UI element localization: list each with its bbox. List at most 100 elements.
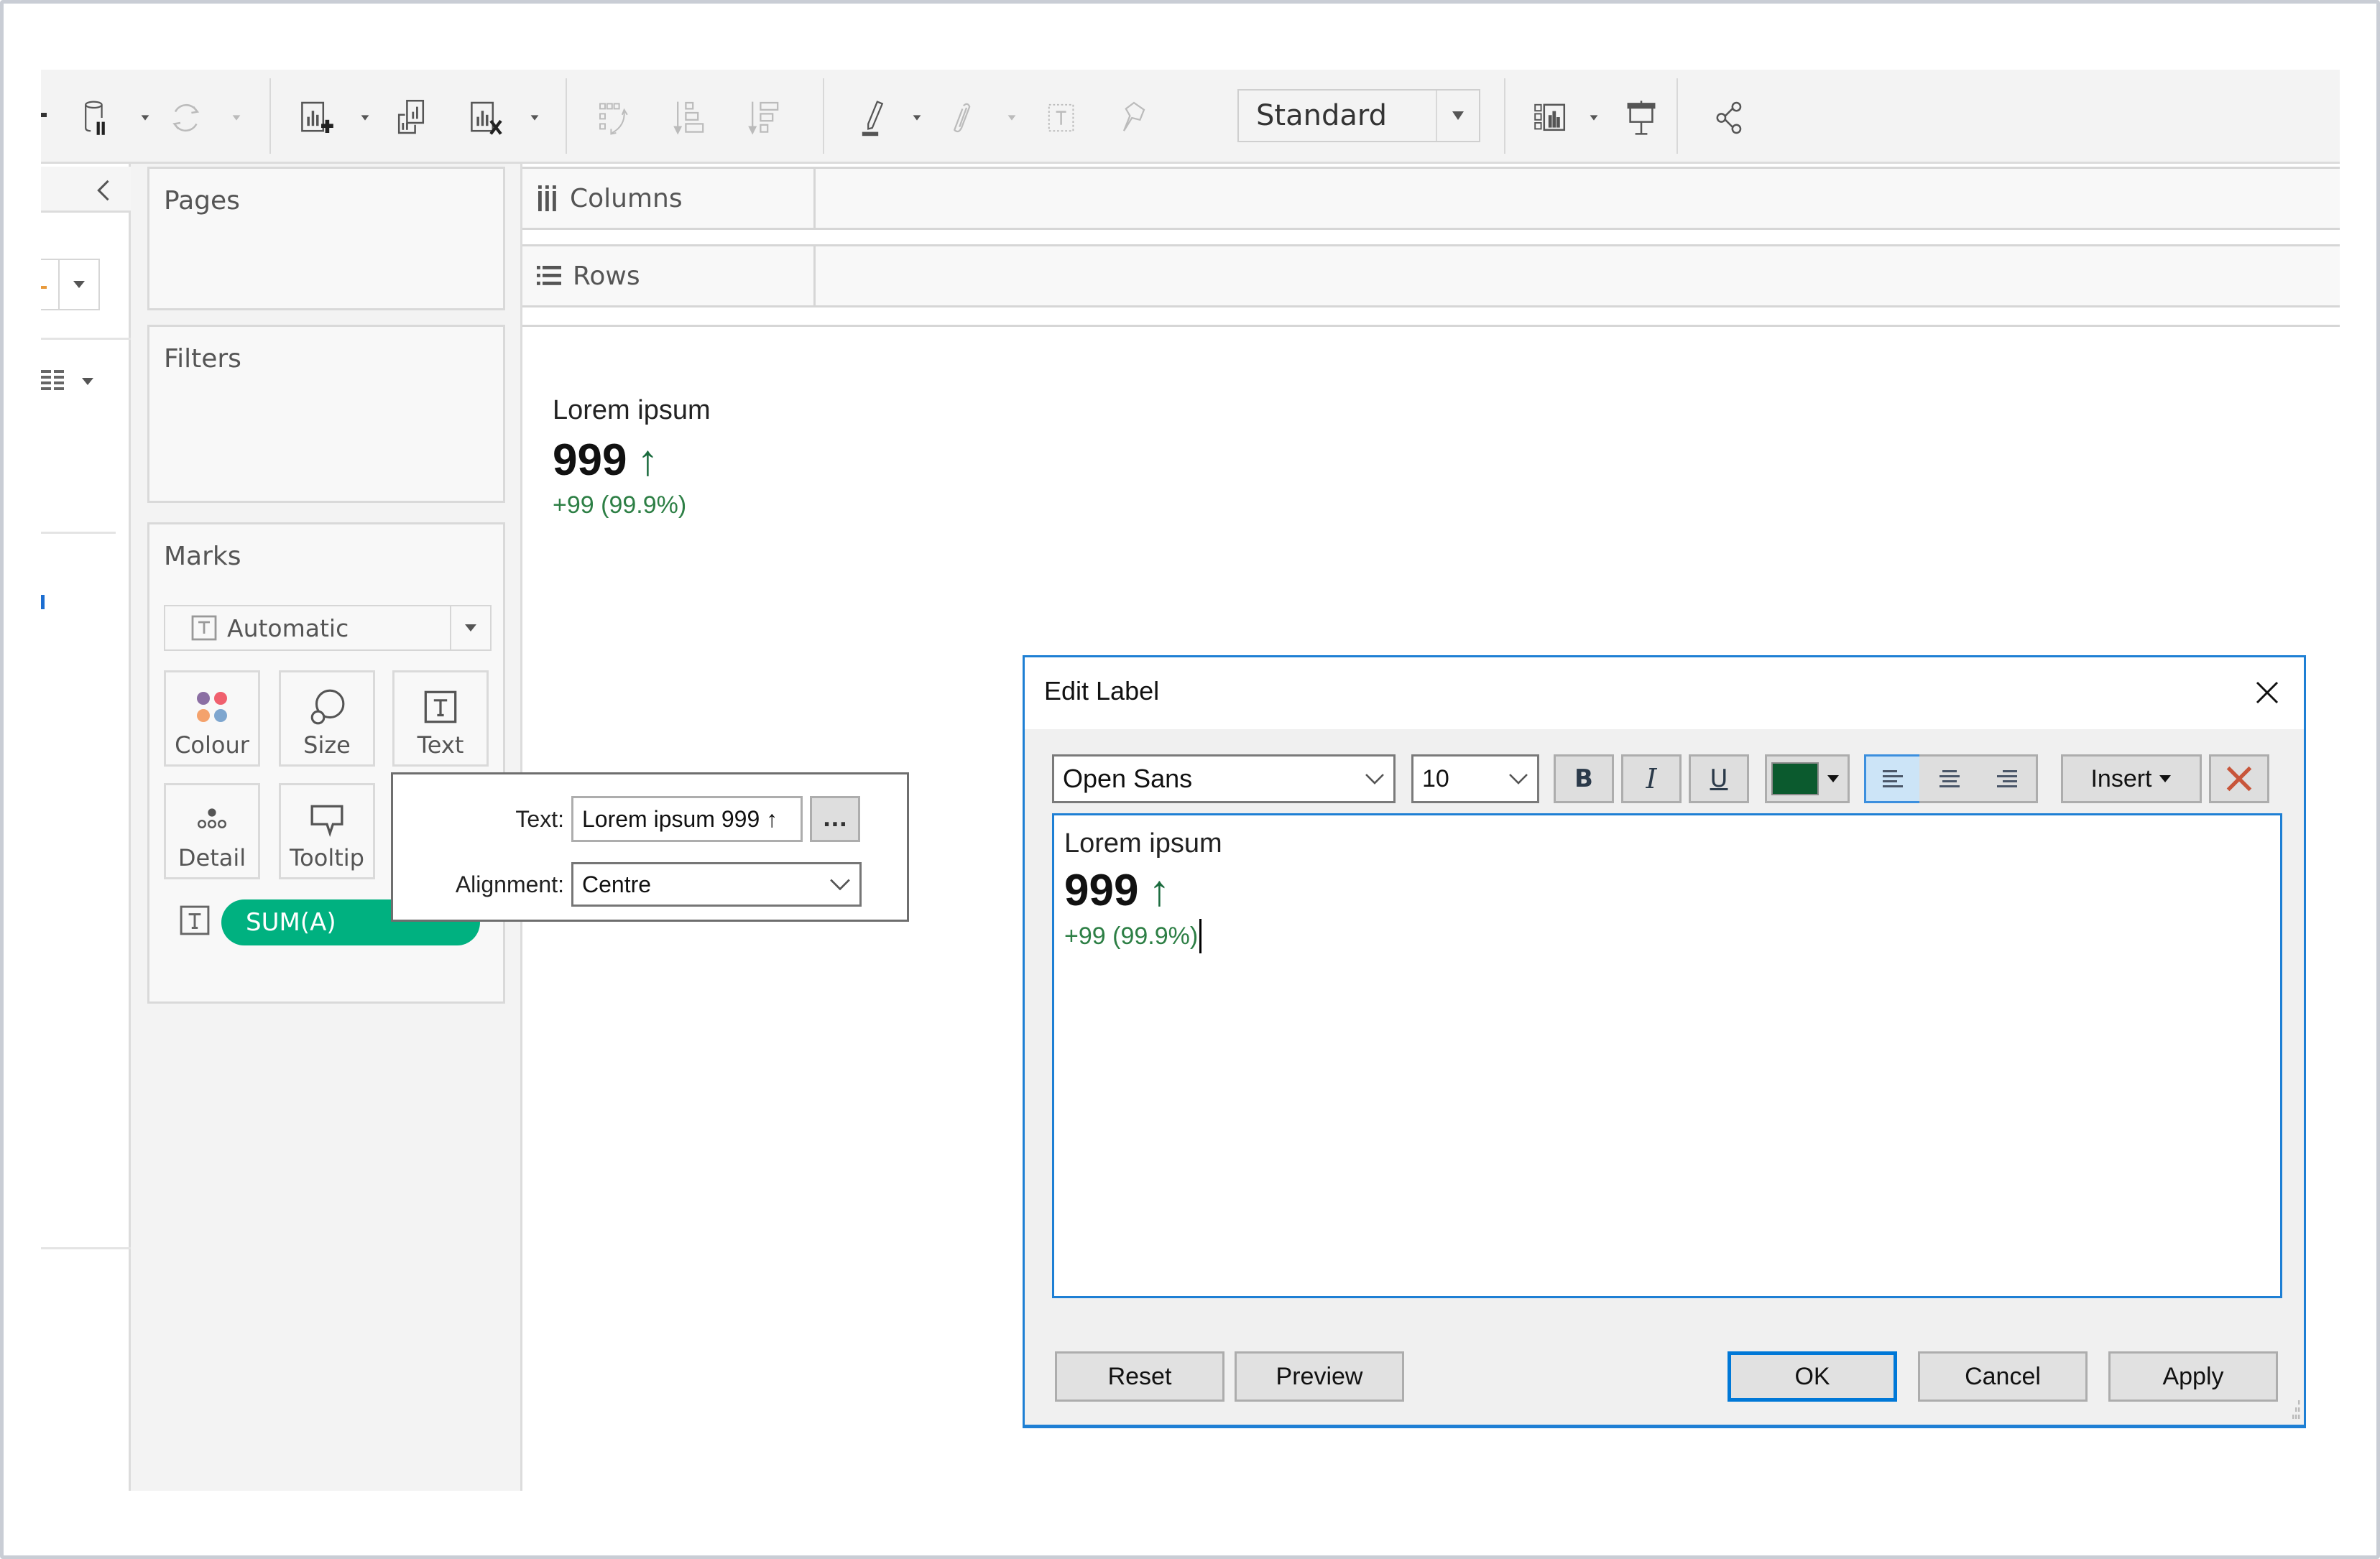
show-mark-labels-icon[interactable] [1040, 96, 1084, 140]
sort-ascending-icon[interactable] [668, 96, 712, 140]
data-source-select[interactable] [41, 259, 100, 310]
pause-auto-updates-icon[interactable] [75, 96, 120, 140]
edit-label-button[interactable]: ... [810, 796, 860, 842]
fit-select[interactable]: Standard [1237, 89, 1480, 142]
editor-value: 999 [1064, 866, 1139, 915]
close-icon[interactable] [2249, 675, 2285, 711]
group-members-icon[interactable] [939, 96, 984, 140]
columns-shelf-header: Columns [522, 169, 816, 228]
kpi-value: 999 [553, 435, 627, 485]
field-indicator [41, 595, 45, 609]
sort-descending-icon[interactable] [742, 96, 787, 140]
reset-button[interactable]: Reset [1055, 1351, 1224, 1402]
pause-dropdown-caret[interactable] [139, 111, 152, 124]
chevron-down-icon[interactable] [58, 260, 98, 309]
fix-axes-icon[interactable] [1112, 96, 1156, 140]
underline-button[interactable]: U [1689, 754, 1749, 803]
kpi-value-line: 999 ↑ [553, 435, 711, 486]
kpi-change: +99 (99.9%) [553, 491, 687, 519]
align-center-button[interactable] [1919, 754, 1980, 803]
duplicate-worksheet-icon[interactable] [389, 96, 433, 140]
view-toggle-icon[interactable] [41, 369, 65, 393]
chevron-down-icon [1509, 774, 1528, 785]
align-right-icon [1996, 770, 2017, 787]
editor-line-title: Lorem ipsum [1064, 828, 1222, 859]
refresh-dropdown-caret[interactable] [230, 111, 243, 124]
chevron-down-icon [830, 879, 850, 891]
collapse-pane-icon[interactable] [94, 178, 111, 205]
text-cursor [1199, 919, 1202, 953]
font-color-button[interactable] [1765, 754, 1850, 803]
clear-formatting-button[interactable] [2209, 754, 2269, 803]
text-icon [419, 685, 462, 728]
filters-shelf[interactable]: Filters [147, 325, 505, 503]
align-right-button[interactable] [1978, 754, 2038, 803]
data-pane [41, 164, 131, 1491]
bold-button[interactable]: B [1554, 754, 1614, 803]
show-me-dropdown-caret[interactable] [1587, 111, 1600, 124]
text-field-label: Text: [515, 805, 564, 832]
highlight-icon[interactable] [853, 96, 898, 140]
arrow-up-icon: ↑ [1148, 866, 1171, 915]
insert-button[interactable]: Insert [2061, 754, 2202, 803]
new-worksheet-dropdown-caret[interactable] [359, 111, 372, 124]
resize-grip-icon[interactable] [2284, 1400, 2301, 1422]
italic-button[interactable]: I [1621, 754, 1682, 803]
text-popup: Text: Lorem ipsum 999 ↑ ... Alignment: C… [391, 772, 909, 922]
tooltip-icon [305, 798, 349, 841]
rows-shelf-header: Rows [522, 246, 816, 305]
align-left-icon [1883, 770, 1903, 787]
insert-label: Insert [2090, 764, 2152, 792]
rows-label: Rows [573, 261, 640, 291]
marks-title: Marks [164, 542, 241, 571]
view-toggle-caret[interactable] [80, 376, 96, 389]
apply-button[interactable]: Apply [2108, 1351, 2278, 1402]
columns-shelf[interactable]: Columns [522, 167, 2340, 230]
cancel-button[interactable]: Cancel [1918, 1351, 2088, 1402]
chevron-down-icon [1827, 775, 1839, 782]
pages-shelf[interactable]: Pages [147, 167, 505, 310]
chevron-down-icon[interactable] [450, 606, 490, 649]
text-button[interactable]: Text [392, 670, 489, 767]
detail-button[interactable]: Detail [164, 783, 260, 879]
clear-worksheet-dropdown-caret[interactable] [528, 111, 541, 124]
alignment-value: Centre [582, 871, 652, 897]
group-dropdown-caret[interactable] [1005, 111, 1018, 124]
detail-label: Detail [177, 844, 246, 871]
rows-shelf[interactable]: Rows [522, 244, 2340, 307]
highlight-dropdown-caret[interactable] [910, 111, 923, 124]
new-worksheet-icon[interactable] [294, 96, 338, 140]
font-select[interactable]: Open Sans [1052, 754, 1396, 803]
chevron-down-icon[interactable] [1436, 91, 1479, 141]
presentation-mode-icon[interactable] [1619, 96, 1664, 140]
size-button[interactable]: Size [279, 670, 375, 767]
refresh-icon[interactable] [163, 96, 208, 140]
rows-icon [537, 266, 561, 285]
alignment-select[interactable]: Centre [571, 862, 862, 907]
font-size-value: 10 [1422, 764, 1449, 792]
dialog-title-bar: Edit Label [1025, 657, 2304, 729]
label-text-field[interactable]: Lorem ipsum 999 ↑ [571, 796, 803, 842]
toolbar: Standard [41, 70, 2340, 164]
tooltip-button[interactable]: Tooltip [279, 783, 375, 879]
detail-icon [190, 798, 234, 841]
swap-rows-columns-icon[interactable] [593, 96, 637, 140]
editor-change: +99 (99.9%) [1064, 922, 1199, 950]
ok-button[interactable]: OK [1728, 1351, 1897, 1402]
text-mark-icon [191, 615, 217, 641]
kpi-text-mark[interactable]: Lorem ipsum 999 ↑ +99 (99.9%) [553, 395, 711, 519]
colour-button[interactable]: Colour [164, 670, 260, 767]
preview-button[interactable]: Preview [1235, 1351, 1404, 1402]
font-color-swatch [1771, 762, 1819, 795]
edit-label-dialog: Edit Label Open Sans 10 B I U Insert Lor… [1023, 655, 2306, 1428]
align-left-button[interactable] [1864, 754, 1922, 803]
show-me-icon[interactable] [1530, 96, 1574, 140]
clear-worksheet-icon[interactable] [463, 96, 508, 140]
font-size-select[interactable]: 10 [1411, 754, 1539, 803]
share-icon[interactable] [1708, 96, 1753, 140]
columns-icon [538, 185, 556, 211]
truncated-icon [41, 113, 47, 117]
marks-card: Marks Automatic Colour Size Text Detail … [147, 522, 505, 1004]
label-editor[interactable]: Lorem ipsum 999 ↑ +99 (99.9%) [1052, 813, 2282, 1298]
mark-type-select[interactable]: Automatic [164, 605, 492, 651]
